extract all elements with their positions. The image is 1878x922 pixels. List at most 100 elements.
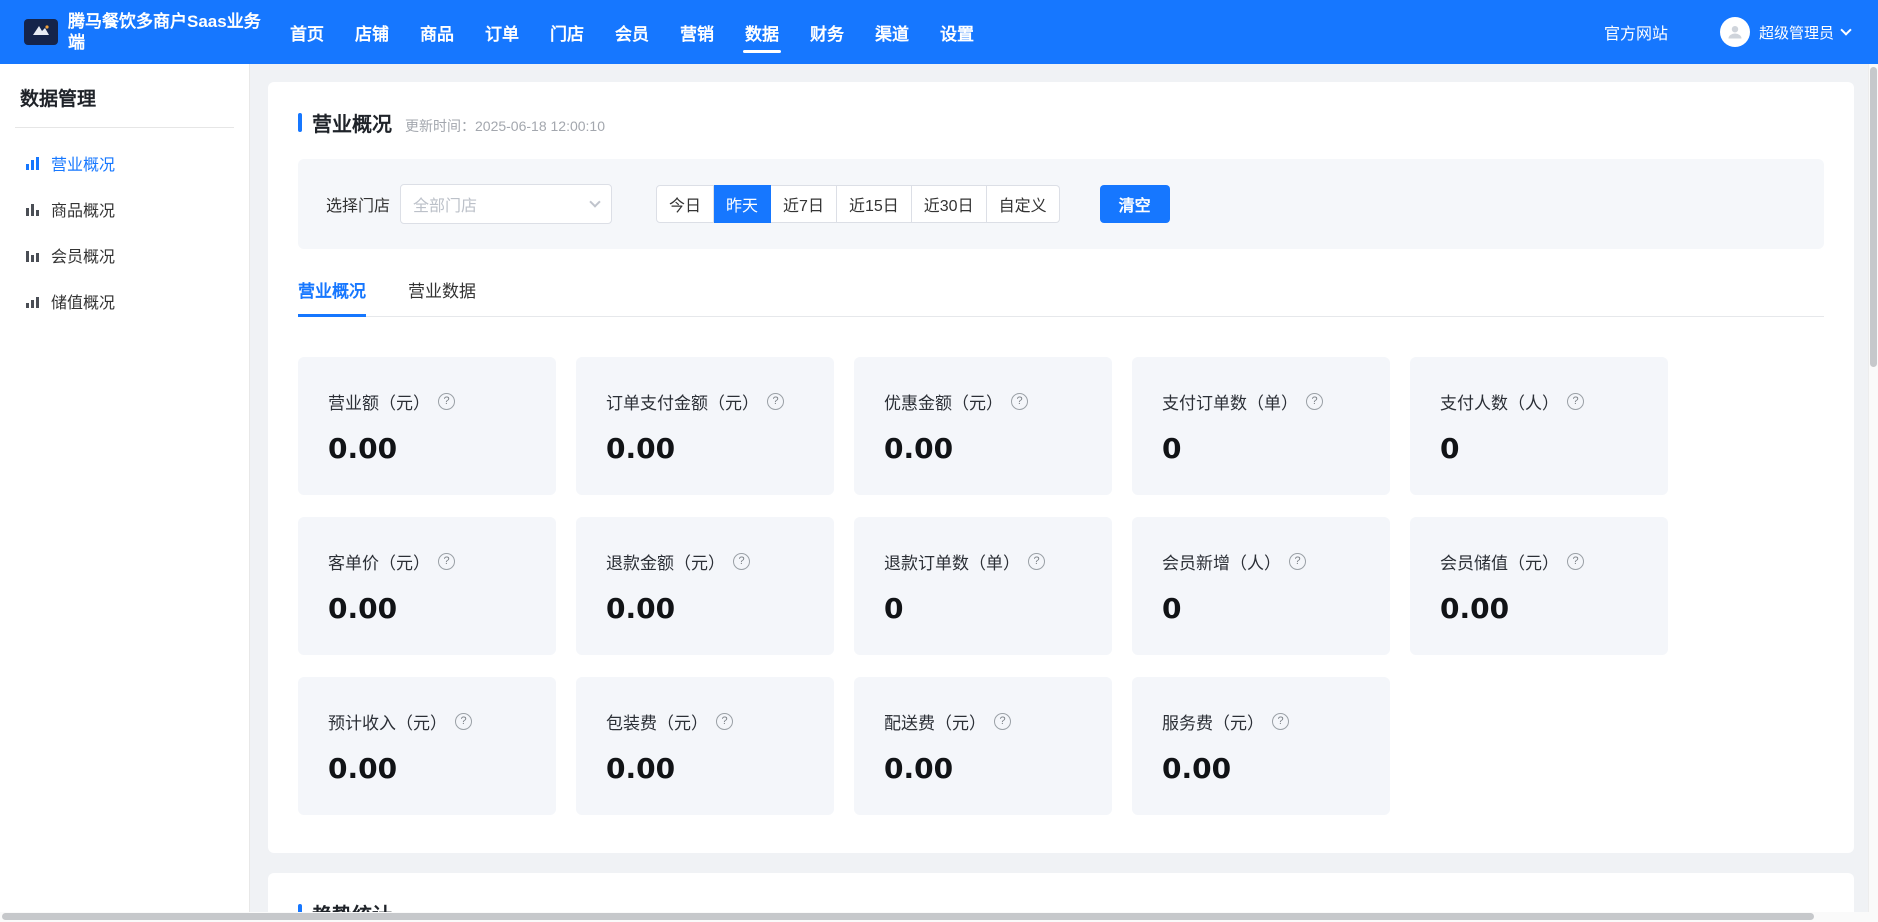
official-site-link[interactable]: 官方网站 — [1604, 20, 1668, 44]
sidebar-item-label: 会员概况 — [51, 243, 115, 267]
horizontal-scrollbar-thumb[interactable] — [2, 913, 1814, 920]
clear-button[interactable]: 清空 — [1100, 185, 1170, 223]
nav-item-orders[interactable]: 订单 — [483, 0, 521, 66]
overview-tabs: 营业概况 营业数据 — [298, 277, 1824, 317]
update-time: 更新时间：2025-06-18 12:00:10 — [405, 116, 605, 136]
stat-value: 0.00 — [606, 592, 804, 625]
stat-label: 支付订单数（单） — [1162, 389, 1298, 414]
stat-value: 0 — [1440, 432, 1638, 465]
stat-expected-income: 预计收入（元） ? 0.00 — [298, 677, 556, 815]
nav-item-channels[interactable]: 渠道 — [873, 0, 911, 66]
avatar[interactable] — [1720, 17, 1750, 47]
help-icon[interactable]: ? — [1028, 553, 1045, 570]
stat-label-row: 会员储值（元） ? — [1440, 549, 1638, 574]
horizontal-scrollbar[interactable] — [0, 912, 1868, 922]
range-button-today[interactable]: 今日 — [656, 185, 714, 223]
section-title: 营业概况 — [312, 108, 392, 137]
help-icon[interactable]: ? — [767, 393, 784, 410]
stat-order-paid-amount: 订单支付金额（元） ? 0.00 — [576, 357, 834, 495]
stat-turnover: 营业额（元） ? 0.00 — [298, 357, 556, 495]
sidebar-item-label: 储值概况 — [51, 289, 115, 313]
help-icon[interactable]: ? — [438, 393, 455, 410]
stat-value: 0 — [1162, 592, 1360, 625]
stat-label-row: 支付订单数（单） ? — [1162, 389, 1360, 414]
stat-label-row: 会员新增（人） ? — [1162, 549, 1360, 574]
stat-paid-orders: 支付订单数（单） ? 0 — [1132, 357, 1390, 495]
help-icon[interactable]: ? — [1306, 393, 1323, 410]
range-button-15d[interactable]: 近15日 — [837, 185, 912, 223]
nav-item-stores[interactable]: 门店 — [548, 0, 586, 66]
stat-label: 退款订单数（单） — [884, 549, 1020, 574]
help-icon[interactable]: ? — [994, 713, 1011, 730]
help-icon[interactable]: ? — [438, 553, 455, 570]
vertical-scrollbar[interactable] — [1868, 64, 1878, 912]
help-icon[interactable]: ? — [733, 553, 750, 570]
app-logo — [24, 19, 58, 45]
sidebar-divider — [15, 127, 234, 128]
nav-item-shop[interactable]: 店铺 — [353, 0, 391, 66]
user-icon — [1726, 23, 1744, 41]
stat-value: 0.00 — [884, 432, 1082, 465]
stat-label: 配送费（元） — [884, 709, 986, 734]
stat-delivery-fee: 配送费（元） ? 0.00 — [854, 677, 1112, 815]
bar-chart-icon — [25, 202, 40, 217]
stat-value: 0.00 — [1440, 592, 1638, 625]
range-button-custom[interactable]: 自定义 — [987, 185, 1060, 223]
user-name[interactable]: 超级管理员 — [1759, 22, 1834, 43]
stat-packing-fee: 包装费（元） ? 0.00 — [576, 677, 834, 815]
nav-item-goods[interactable]: 商品 — [418, 0, 456, 66]
section-accent-bar — [298, 113, 302, 132]
sidebar-item-member-overview[interactable]: 会员概况 — [0, 232, 249, 278]
vertical-scrollbar-thumb[interactable] — [1870, 67, 1877, 367]
brand: 腾马餐饮多商户Saas业务端 — [24, 11, 266, 54]
nav-item-data[interactable]: 数据 — [743, 0, 781, 66]
stat-label-row: 支付人数（人） ? — [1440, 389, 1638, 414]
stat-value: 0.00 — [328, 592, 526, 625]
nav-item-members[interactable]: 会员 — [613, 0, 651, 66]
help-icon[interactable]: ? — [1011, 393, 1028, 410]
logo-glyph — [31, 24, 51, 40]
stat-label: 营业额（元） — [328, 389, 430, 414]
help-icon[interactable]: ? — [1567, 553, 1584, 570]
stat-paid-users: 支付人数（人） ? 0 — [1410, 357, 1668, 495]
sidebar-item-goods-overview[interactable]: 商品概况 — [0, 186, 249, 232]
trend-chart-icon — [25, 294, 40, 309]
sidebar-item-business-overview[interactable]: 营业概况 — [0, 140, 249, 186]
column-chart-icon — [25, 248, 40, 263]
nav-item-settings[interactable]: 设置 — [938, 0, 976, 66]
stat-value: 0.00 — [328, 432, 526, 465]
nav-item-marketing[interactable]: 营销 — [678, 0, 716, 66]
top-nav: 首页 店铺 商品 订单 门店 会员 营销 数据 财务 渠道 设置 — [288, 0, 976, 66]
stat-label: 包装费（元） — [606, 709, 708, 734]
tab-business-data[interactable]: 营业数据 — [408, 277, 476, 316]
stat-value: 0.00 — [606, 752, 804, 785]
business-overview-card: 营业概况 更新时间：2025-06-18 12:00:10 选择门店 全部门店 … — [268, 82, 1854, 853]
help-icon[interactable]: ? — [455, 713, 472, 730]
help-icon[interactable]: ? — [1289, 553, 1306, 570]
sidebar-item-stored-value-overview[interactable]: 储值概况 — [0, 278, 249, 324]
stats-grid: 营业额（元） ? 0.00 订单支付金额（元） ? 0.00 优惠金额（元） ?… — [298, 357, 1824, 827]
range-button-30d[interactable]: 近30日 — [912, 185, 987, 223]
tab-business-overview[interactable]: 营业概况 — [298, 277, 366, 316]
range-button-yesterday[interactable]: 昨天 — [714, 185, 771, 223]
scrollbar-corner — [1868, 912, 1878, 922]
stat-label-row: 营业额（元） ? — [328, 389, 526, 414]
range-button-7d[interactable]: 近7日 — [771, 185, 837, 223]
store-select[interactable]: 全部门店 — [400, 184, 612, 224]
store-select-placeholder: 全部门店 — [413, 192, 477, 216]
stat-value: 0.00 — [606, 432, 804, 465]
help-icon[interactable]: ? — [1567, 393, 1584, 410]
bar-chart-icon — [25, 156, 40, 171]
stat-label: 退款金额（元） — [606, 549, 725, 574]
chevron-down-icon[interactable] — [1840, 24, 1851, 35]
topbar-right: 官方网站 超级管理员 — [1604, 17, 1850, 47]
date-range-group: 今日 昨天 近7日 近15日 近30日 自定义 — [656, 185, 1060, 223]
help-icon[interactable]: ? — [716, 713, 733, 730]
stat-value: 0.00 — [1162, 752, 1360, 785]
stat-label-row: 退款金额（元） ? — [606, 549, 804, 574]
help-icon[interactable]: ? — [1272, 713, 1289, 730]
nav-item-finance[interactable]: 财务 — [808, 0, 846, 66]
sidebar-title: 数据管理 — [0, 64, 249, 127]
stat-label: 会员新增（人） — [1162, 549, 1281, 574]
nav-item-home[interactable]: 首页 — [288, 0, 326, 66]
